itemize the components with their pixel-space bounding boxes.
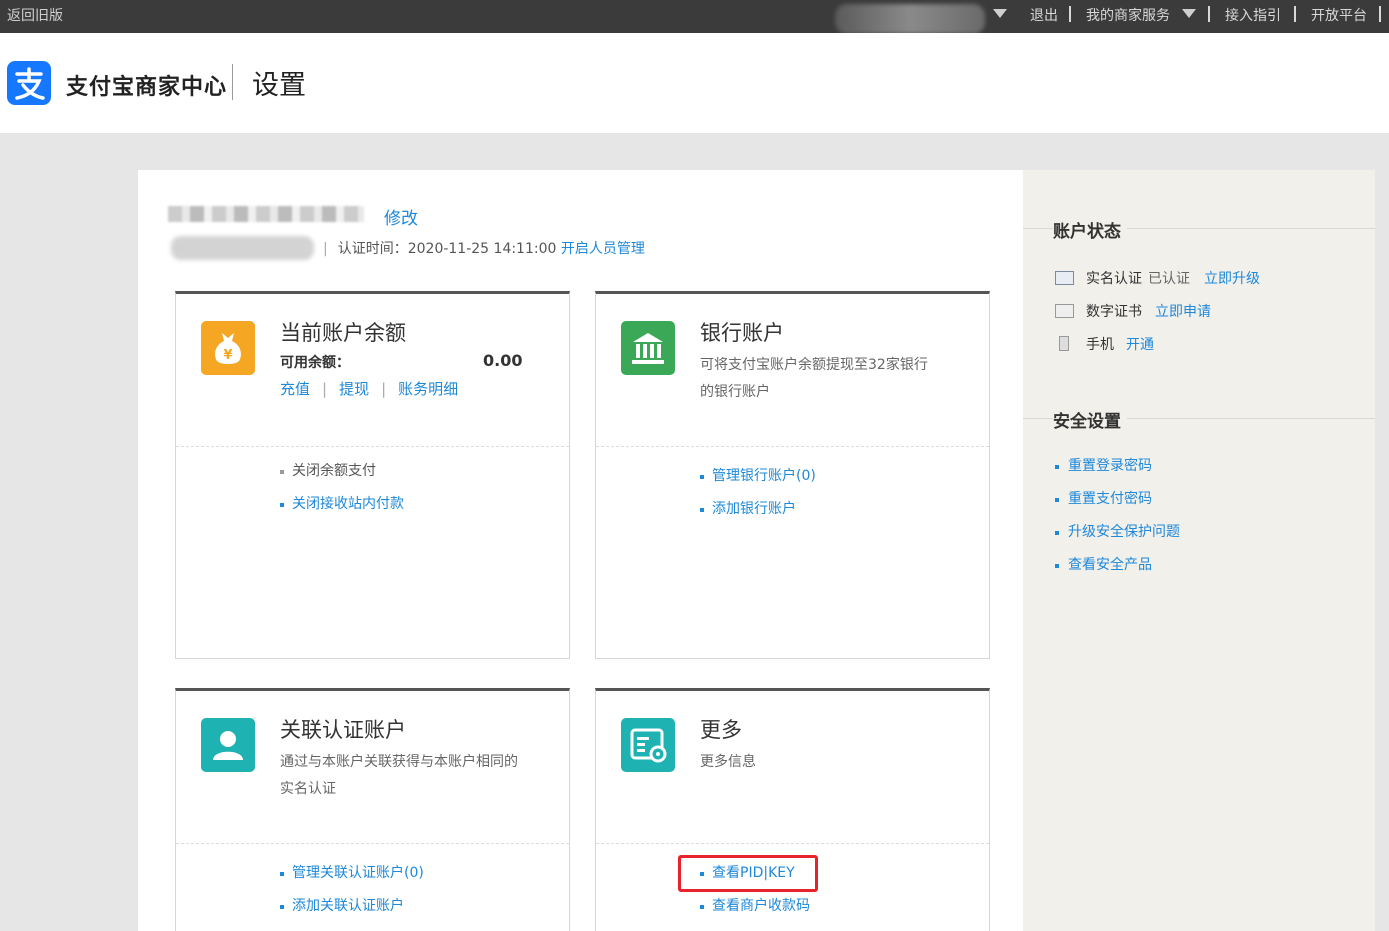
- card-description: 更多信息: [700, 754, 756, 770]
- available-balance-value: 0.00: [483, 351, 523, 370]
- alipay-logo-icon[interactable]: [7, 61, 51, 105]
- list-item[interactable]: 重置登录密码: [1055, 455, 1180, 488]
- merchant-service-menu[interactable]: 我的商家服务: [1086, 5, 1170, 25]
- phone-icon: [1059, 336, 1069, 351]
- chevron-down-icon[interactable]: [1182, 9, 1196, 18]
- list-item[interactable]: 添加关联认证账户: [280, 895, 424, 928]
- list-item[interactable]: 管理关联认证账户(0): [280, 862, 424, 895]
- bank-options: 管理银行账户(0) 添加银行账户: [700, 465, 816, 531]
- divider: [1208, 6, 1210, 22]
- status-label: 手机: [1086, 337, 1114, 353]
- logout-link[interactable]: 退出: [1030, 5, 1058, 25]
- divider: [1294, 6, 1296, 22]
- top-bar: 返回旧版 退出 我的商家服务 接入指引 开放平台: [0, 0, 1389, 34]
- bank-card: 银行账户 可将支付宝账户余额提现至32家银行的银行账户 管理银行账户(0) 添加…: [595, 291, 990, 659]
- list-item[interactable]: 关闭接收站内付款: [280, 493, 404, 526]
- bank-icon: [621, 321, 675, 375]
- guide-link[interactable]: 接入指引: [1225, 5, 1281, 25]
- card-description: 可将支付宝账户余额提现至32家银行的银行账户: [700, 357, 928, 400]
- staff-mgmt-link[interactable]: 开启人员管理: [561, 241, 645, 257]
- id-card-icon: [1055, 271, 1074, 285]
- account-id-blurred: [171, 236, 314, 260]
- divider: [176, 446, 569, 447]
- status-label: 数字证书: [1086, 304, 1142, 320]
- username-blurred: [835, 4, 985, 34]
- status-row-realname: 实名认证 已认证 立即升级: [1055, 268, 1260, 288]
- linked-options: 管理关联认证账户(0) 添加关联认证账户: [280, 862, 424, 928]
- certificate-icon: [1055, 304, 1074, 318]
- divider: [1379, 6, 1381, 22]
- open-platform-link[interactable]: 开放平台: [1311, 5, 1367, 25]
- user-icon: [201, 718, 255, 772]
- brand-name: 支付宝商家中心: [66, 75, 228, 100]
- balance-card: ¥ 当前账户余额 可用余额： 0.00 充值 | 提现 | 账务明细 关闭余额支付 关闭…: [175, 291, 570, 659]
- list-item[interactable]: 查看安全产品: [1055, 554, 1180, 587]
- status-value: 已认证: [1148, 271, 1190, 287]
- header: 支付宝商家中心 设置: [0, 33, 1389, 133]
- divider: [176, 843, 569, 844]
- status-label: 实名认证: [1086, 271, 1142, 287]
- card-description: 通过与本账户关联获得与本账户相同的实名认证: [280, 754, 518, 797]
- old-version-link[interactable]: 返回旧版: [7, 5, 63, 25]
- apply-cert-link[interactable]: 立即申请: [1155, 304, 1211, 320]
- balance-actions: 充值 | 提现 | 账务明细: [280, 380, 459, 398]
- card-title: 银行账户: [700, 321, 784, 345]
- list-item[interactable]: 管理银行账户(0): [700, 465, 816, 498]
- edit-account-link[interactable]: 修改: [384, 204, 418, 229]
- divider: [596, 446, 989, 447]
- cert-time-label: 认证时间：: [337, 241, 408, 257]
- sidebar: 账户状态 实名认证 已认证 立即升级 数字证书 立即申请 手机 开通 安全设置 重置登录…: [1023, 170, 1375, 931]
- account-name-blurred: [168, 206, 364, 222]
- cert-time: 2020-11-25 14:11:00: [407, 241, 557, 257]
- settings-form-icon: [621, 718, 675, 772]
- divider: [596, 843, 989, 844]
- highlight-box: [678, 855, 818, 892]
- list-item[interactable]: 升级安全保护问题: [1055, 521, 1180, 554]
- status-row-phone: 手机 开通: [1055, 334, 1154, 354]
- balance-options: 关闭余额支付 关闭接收站内付款: [280, 460, 404, 526]
- view-qr-code-link[interactable]: 查看商户收款码: [700, 895, 810, 928]
- card-title: 关联认证账户: [280, 718, 406, 742]
- security-title: 安全设置: [1053, 407, 1127, 432]
- divider: [232, 64, 233, 100]
- card-title: 当前账户余额: [280, 321, 406, 345]
- page-title: 设置: [252, 70, 306, 101]
- upgrade-link[interactable]: 立即升级: [1204, 271, 1260, 287]
- card-title: 更多: [700, 718, 742, 742]
- recharge-link[interactable]: 充值: [280, 380, 310, 398]
- more-card: 更多 更多信息 查看PID|KEY 查看商户收款码: [595, 688, 990, 931]
- list-item[interactable]: 添加银行账户: [700, 498, 816, 531]
- divider: [1069, 6, 1071, 22]
- status-row-cert: 数字证书 立即申请: [1055, 301, 1211, 321]
- list-item[interactable]: 重置支付密码: [1055, 488, 1180, 521]
- linked-account-card: 关联认证账户 通过与本账户关联获得与本账户相同的实名认证 管理关联认证账户(0)…: [175, 688, 570, 931]
- money-bag-icon: ¥: [201, 321, 255, 375]
- available-balance-label: 可用余额：: [280, 355, 350, 371]
- enable-phone-link[interactable]: 开通: [1126, 337, 1154, 353]
- chevron-down-icon[interactable]: [993, 9, 1007, 18]
- withdraw-link[interactable]: 提现: [339, 380, 369, 398]
- cert-info: | 认证时间：2020-11-25 14:11:00 开启人员管理: [323, 241, 645, 257]
- statement-link[interactable]: 账务明细: [398, 380, 458, 398]
- status-title: 账户状态: [1053, 217, 1127, 242]
- list-item: 关闭余额支付: [280, 460, 404, 493]
- security-options: 重置登录密码 重置支付密码 升级安全保护问题 查看安全产品: [1055, 455, 1180, 587]
- svg-text:¥: ¥: [223, 348, 232, 363]
